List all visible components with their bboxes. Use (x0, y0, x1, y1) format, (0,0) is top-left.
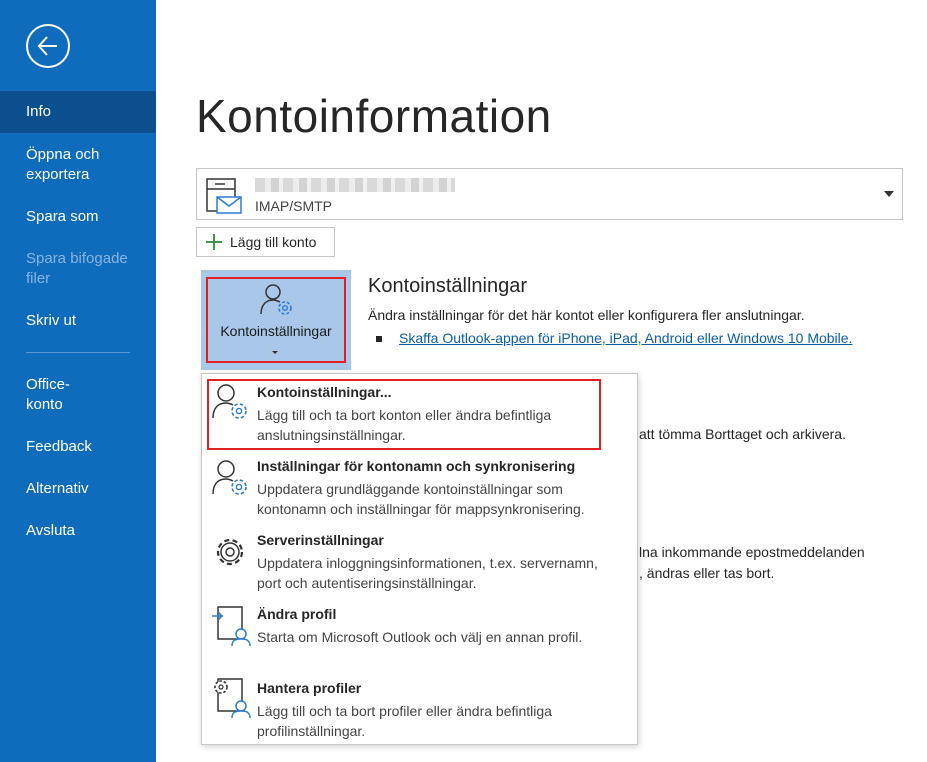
change-profile-icon (212, 606, 251, 647)
menu-item-change-profile[interactable]: Ändra profil Starta om Microsoft Outlook… (202, 600, 637, 654)
menu-item-title: Inställningar för kontonamn och synkroni… (257, 458, 576, 474)
sidebar-item-save-attachments[interactable]: Spara bifogade filer (0, 249, 140, 289)
section-title: Kontoinställningar (368, 275, 527, 297)
add-account-label: Lägg till konto (230, 234, 317, 250)
manage-profiles-icon (214, 678, 251, 719)
add-account-button[interactable]: Lägg till konto (196, 227, 335, 257)
menu-item-account-settings[interactable]: Kontoinställningar... Lägg till och ta b… (202, 374, 637, 448)
outlook-mobile-link[interactable]: Skaffa Outlook-appen för iPhone, iPad, A… (399, 330, 852, 346)
chevron-down-icon (884, 191, 894, 197)
sidebar-item-office-account[interactable]: Office-konto (0, 375, 90, 415)
background-text: lna inkommande epostmeddelanden (639, 544, 865, 560)
menu-item-description: Uppdatera grundläggande kontoinställning… (257, 481, 585, 517)
page-title: Kontoinformation (196, 90, 552, 142)
menu-item-manage-profiles[interactable]: Hantera profiler Lägg till och ta bort p… (202, 674, 637, 744)
back-arrow-icon (37, 36, 57, 56)
menu-item-description: Lägg till och ta bort profiler eller änd… (257, 703, 552, 739)
account-settings-icon (260, 284, 292, 315)
sidebar-item-save-as[interactable]: Spara som (0, 207, 156, 227)
menu-item-title: Kontoinställningar... (257, 384, 392, 400)
menu-item-title: Hantera profiler (257, 680, 362, 696)
account-settings-icon (212, 384, 247, 419)
account-settings-button-label: Kontoinställningar (220, 323, 332, 339)
sidebar-item-options[interactable]: Alternativ (0, 479, 156, 499)
account-selector[interactable]: IMAP/SMTP (196, 168, 903, 220)
menu-item-title: Ändra profil (257, 606, 337, 622)
plus-icon (206, 234, 222, 250)
gear-icon (216, 538, 244, 566)
sidebar-item-info[interactable]: Info (0, 91, 156, 133)
sidebar-item-print[interactable]: Skriv ut (0, 311, 156, 331)
menu-item-description: Starta om Microsoft Outlook och välj en … (257, 629, 583, 645)
background-text: , ändras eller tas bort. (639, 565, 775, 581)
sidebar-item-exit[interactable]: Avsluta (0, 521, 156, 541)
section-description: Ändra inställningar för det här kontot e… (368, 307, 805, 323)
menu-item-title: Serverinställningar (257, 532, 384, 548)
menu-item-account-name-sync[interactable]: Inställningar för kontonamn och synkroni… (202, 452, 637, 524)
mailbox-icon (206, 178, 242, 214)
account-email-redacted (255, 178, 455, 192)
menu-item-server-settings[interactable]: Serverinställningar Uppdatera inloggning… (202, 526, 637, 598)
back-button[interactable] (26, 24, 70, 68)
menu-item-description: Lägg till och ta bort konton eller ändra… (257, 407, 552, 443)
chevron-down-icon (272, 351, 278, 354)
sidebar-item-feedback[interactable]: Feedback (0, 437, 156, 457)
sidebar-divider (26, 352, 130, 353)
account-type: IMAP/SMTP (255, 198, 333, 214)
background-text: att tömma Borttaget och arkivera. (639, 426, 846, 442)
sidebar: Info Öppna och exportera Spara som Spara… (0, 0, 156, 762)
sidebar-item-open-export[interactable]: Öppna och exportera (0, 145, 120, 185)
account-sync-icon (212, 460, 247, 495)
account-settings-menu: Kontoinställningar... Lägg till och ta b… (201, 373, 638, 745)
account-settings-button[interactable]: Kontoinställningar (201, 270, 351, 370)
menu-item-description: Uppdatera inloggningsinformationen, t.ex… (257, 555, 598, 591)
bullet-icon (376, 336, 382, 342)
